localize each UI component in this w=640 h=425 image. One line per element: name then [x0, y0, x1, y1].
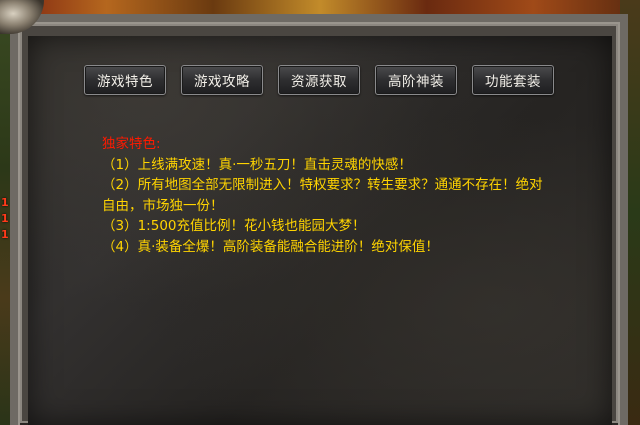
feature-line: 自由，市场独一份！: [102, 197, 224, 214]
top-game-strip: [0, 0, 640, 14]
tab-game-guide[interactable]: 游戏攻略: [181, 65, 263, 95]
feature-line: （3）1:500充值比例！花小钱也能园大梦！: [102, 218, 366, 234]
tab-high-tier-gear[interactable]: 高阶神装: [375, 65, 457, 95]
feature-line: （4）真·装备全爆！高阶装备能融合能进阶！绝对保值！: [102, 238, 439, 255]
side-marker: 1: [1, 228, 9, 241]
features-heading: 独家特色:: [102, 136, 161, 152]
info-panel: 游戏特色 游戏攻略 资源获取 高阶神装 功能套装 独家特色: （1）上线满攻速！…: [28, 36, 612, 425]
feature-line: （2）所有地图全部无限制进入！特权要求？转生要求？通通不存在！绝对: [102, 177, 543, 193]
side-marker: 1: [1, 196, 9, 209]
tab-game-features[interactable]: 游戏特色: [84, 65, 166, 95]
side-marker: 1: [1, 212, 9, 225]
tab-resource-acquisition[interactable]: 资源获取: [278, 65, 360, 95]
tab-function-sets[interactable]: 功能套装: [472, 65, 554, 95]
features-content: 独家特色: （1）上线满攻速！真·一秒五刀！直击灵魂的快感！ （2）所有地图全部…: [102, 134, 602, 257]
feature-line: （1）上线满攻速！真·一秒五刀！直击灵魂的快感！: [102, 156, 412, 173]
game-scene: 1 1 1 游戏特色 游戏攻略 资源获取 高阶神装 功能套装 独家特色: （1）…: [0, 0, 640, 425]
tab-bar: 游戏特色 游戏攻略 资源获取 高阶神装 功能套装: [84, 65, 554, 95]
